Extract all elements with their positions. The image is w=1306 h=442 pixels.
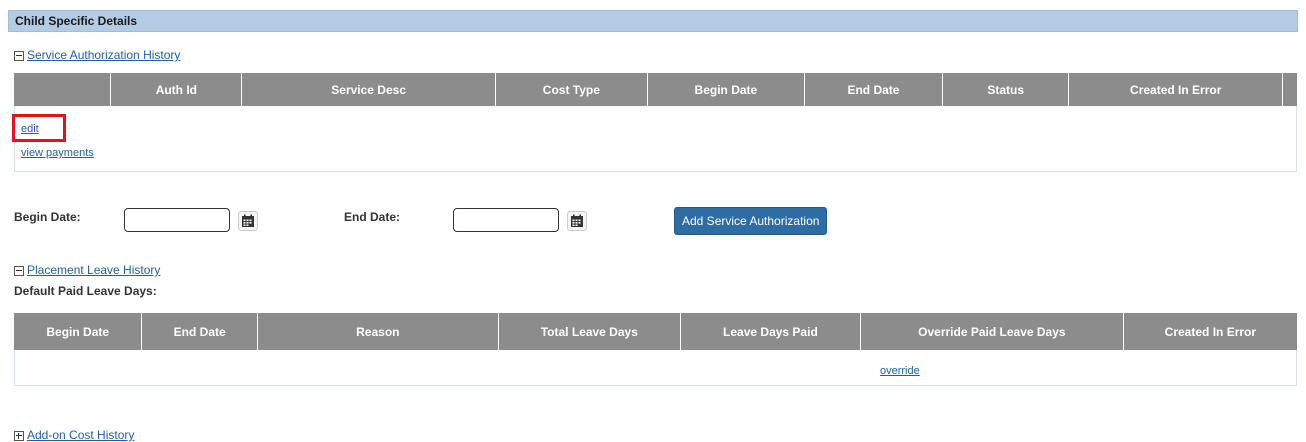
table-header-row: Begin Date End Date Reason Total Leave D… — [14, 313, 1297, 350]
column-header-created-in-error: Created In Error — [1068, 73, 1284, 106]
section-title: Child Specific Details — [15, 14, 138, 28]
placement-leave-link[interactable]: Placement Leave History — [27, 263, 160, 277]
default-paid-leave-label: Default Paid Leave Days: — [14, 284, 157, 298]
column-header-status: Status — [942, 73, 1070, 106]
column-header-override-paid-leave-days: Override Paid Leave Days — [860, 313, 1124, 350]
plus-box-icon[interactable] — [14, 430, 24, 441]
calendar-icon — [242, 214, 254, 227]
minus-box-icon[interactable] — [14, 50, 24, 61]
section-header: Child Specific Details — [8, 10, 1298, 32]
end-date-calendar-button[interactable] — [567, 211, 587, 231]
column-header-end-date: End Date — [141, 313, 258, 350]
column-header-total-leave-days: Total Leave Days — [498, 313, 681, 350]
column-header-created-in-error: Created In Error — [1123, 313, 1297, 350]
end-date-input[interactable] — [453, 208, 559, 232]
column-header-auth-id: Auth Id — [110, 73, 243, 106]
placement-leave-table: Begin Date End Date Reason Total Leave D… — [14, 313, 1297, 350]
calendar-icon — [571, 214, 583, 227]
column-header-cost-type: Cost Type — [495, 73, 648, 106]
override-link-wrapper[interactable]: override — [880, 362, 920, 377]
column-header-end — [1282, 73, 1297, 106]
add-service-authorization-button[interactable]: Add Service Authorization — [674, 207, 828, 235]
begin-date-input[interactable] — [124, 208, 230, 232]
column-header-reason: Reason — [257, 313, 499, 350]
begin-date-label: Begin Date: — [14, 210, 81, 224]
override-link[interactable]: override — [880, 365, 920, 377]
begin-date-calendar-button[interactable] — [238, 211, 258, 231]
addon-cost-link[interactable]: Add-on Cost History — [27, 428, 134, 442]
edit-link-wrapper[interactable]: edit — [21, 120, 39, 135]
service-auth-table: Auth Id Service Desc Cost Type Begin Dat… — [14, 73, 1297, 106]
end-date-label: End Date: — [344, 210, 401, 224]
minus-box-icon[interactable] — [14, 265, 24, 276]
service-auth-toggle[interactable]: Service Authorization History — [14, 48, 180, 62]
table-row — [14, 106, 1297, 172]
edit-link[interactable]: edit — [21, 123, 39, 135]
view-payments-link[interactable]: view payments — [21, 147, 94, 159]
column-header-service-desc: Service Desc — [241, 73, 496, 106]
column-header-end-date: End Date — [804, 73, 944, 106]
service-auth-link[interactable]: Service Authorization History — [27, 48, 180, 62]
placement-leave-toggle[interactable]: Placement Leave History — [14, 263, 160, 277]
column-header-begin-date: Begin Date — [14, 313, 143, 350]
table-header-row: Auth Id Service Desc Cost Type Begin Dat… — [14, 73, 1297, 106]
column-header-begin-date: Begin Date — [647, 73, 805, 106]
column-header-leave-days-paid: Leave Days Paid — [680, 313, 861, 350]
addon-cost-toggle[interactable]: Add-on Cost History — [14, 428, 134, 442]
view-payments-link-wrapper[interactable]: view payments — [21, 144, 94, 159]
column-header-blank — [14, 73, 112, 106]
table-row — [14, 350, 1297, 386]
